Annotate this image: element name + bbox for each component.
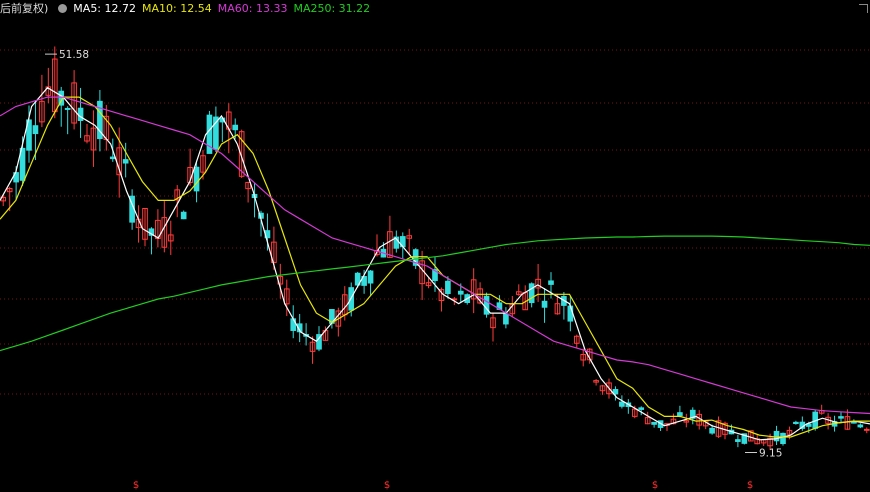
candle-body[interactable]: [567, 305, 574, 322]
candle-body[interactable]: [857, 424, 864, 428]
adjust-mode-label[interactable]: 后前复权): [0, 2, 48, 15]
candle-body[interactable]: [780, 432, 786, 445]
candle-body[interactable]: [735, 439, 741, 442]
candle-body[interactable]: [122, 159, 129, 164]
candle-body[interactable]: [677, 412, 683, 417]
candle-body[interactable]: [367, 270, 374, 284]
ma5-legend: MA5: 12.72: [73, 2, 137, 15]
candle-body[interactable]: [445, 280, 451, 295]
candle-body[interactable]: [541, 300, 548, 308]
ma60-legend: MA60: 13.33: [217, 2, 288, 15]
candle-body[interactable]: [290, 318, 297, 331]
candle-body[interactable]: [709, 427, 715, 434]
candle-body[interactable]: [457, 290, 464, 295]
candle-body[interactable]: [528, 283, 535, 304]
ma250-legend: MA250: 31.22: [293, 2, 371, 15]
candle-body[interactable]: [109, 156, 116, 160]
expand-corner-icon[interactable]: [859, 4, 868, 13]
candle-body[interactable]: [548, 280, 554, 285]
event-markers[interactable]: $ $ $ $: [133, 480, 753, 491]
candle-body[interactable]: [863, 428, 870, 431]
candle-body[interactable]: [64, 107, 71, 110]
settings-dot-icon[interactable]: [58, 4, 68, 13]
event-marker-1[interactable]: $: [384, 480, 390, 491]
candle-body[interactable]: [193, 166, 200, 192]
candle-body[interactable]: [77, 107, 84, 121]
ma60-line: [0, 96, 870, 415]
candle-body[interactable]: [793, 421, 799, 425]
candle-body[interactable]: [32, 125, 39, 135]
candlesticks[interactable]: [0, 46, 870, 451]
candle-body[interactable]: [619, 401, 625, 407]
event-marker-2[interactable]: $: [652, 480, 658, 491]
candle-body[interactable]: [503, 313, 509, 325]
candle-body[interactable]: [483, 295, 490, 315]
event-marker-3[interactable]: $: [747, 480, 753, 491]
candle-body[interactable]: [638, 407, 645, 410]
low-price-label: 9.15: [759, 448, 782, 460]
candle-body[interactable]: [651, 421, 657, 425]
kline-chart[interactable]: 51.58 9.15 $ $ $ $: [0, 0, 870, 492]
candle-body[interactable]: [180, 211, 187, 220]
ma250-line: [0, 235, 870, 352]
candle-body[interactable]: [232, 124, 239, 131]
indicator-legend: 后前复权) MA5: 12.72 MA10: 12.54 MA60: 13.33 MA2…: [0, 1, 376, 17]
candle-body[interactable]: [851, 421, 857, 424]
event-marker-0[interactable]: $: [133, 480, 139, 491]
high-price-label: 51.58: [59, 49, 89, 61]
ma10-legend: MA10: 12.54: [142, 2, 212, 15]
candle-body[interactable]: [838, 416, 844, 419]
